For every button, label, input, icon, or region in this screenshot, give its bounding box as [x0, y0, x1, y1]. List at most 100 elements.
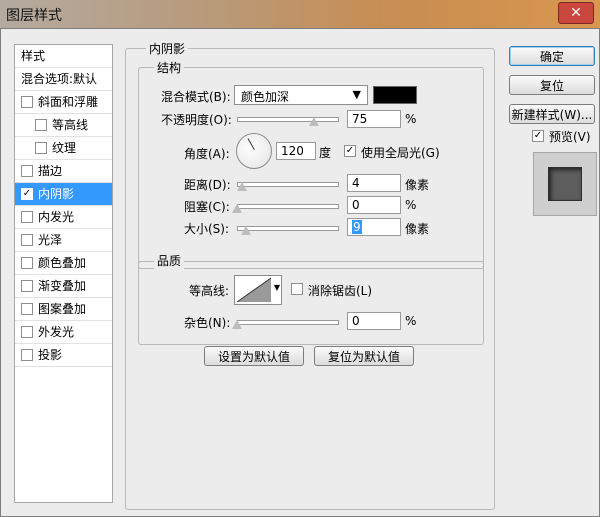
noise-unit: %: [405, 314, 417, 328]
checkbox[interactable]: [21, 210, 33, 223]
style-item-pattern-overlay[interactable]: 图案叠加: [15, 298, 112, 321]
contour-dropdown[interactable]: ▼: [272, 275, 282, 305]
blend-mode-label: 混合模式(B):: [161, 90, 231, 104]
style-item-bevel-emboss[interactable]: 斜面和浮雕: [15, 91, 112, 114]
style-item-gradient-overlay[interactable]: 渐变叠加: [15, 275, 112, 298]
style-item-inner-shadow[interactable]: ✓ 内阴影: [15, 183, 112, 206]
layer-style-dialog: 样式 混合选项:默认 斜面和浮雕 等高线 纹理 描边 ✓ 内阴影 内发光 光泽 颜…: [0, 28, 600, 517]
style-item-label: 光泽: [38, 233, 63, 247]
dropdown-arrow-icon: ▼: [273, 283, 280, 292]
style-item-label: 图案叠加: [38, 302, 87, 316]
set-default-button[interactable]: 设置为默认值: [204, 346, 304, 366]
size-unit: 像素: [405, 222, 430, 236]
inner-shadow-title: 内阴影: [146, 40, 189, 57]
quality-title: 品质: [154, 252, 185, 269]
blend-mode-select[interactable]: 颜色加深 ▼: [234, 85, 368, 105]
antialias-checkbox[interactable]: [291, 283, 303, 295]
reset-default-button[interactable]: 复位为默认值: [314, 346, 414, 366]
close-button[interactable]: ✕: [558, 2, 594, 24]
distance-input[interactable]: 4: [347, 174, 401, 192]
styles-list: 样式 混合选项:默认 斜面和浮雕 等高线 纹理 描边 ✓ 内阴影 内发光 光泽 颜…: [14, 44, 113, 503]
style-item-label: 外发光: [38, 325, 75, 339]
quality-group: [138, 261, 484, 345]
contour-curve-icon: [236, 277, 272, 303]
structure-title: 结构: [154, 59, 185, 76]
checkbox[interactable]: [21, 325, 33, 338]
contour-picker[interactable]: [234, 275, 274, 305]
angle-needle: [247, 138, 255, 150]
preview-thumbnail: [533, 152, 597, 216]
opacity-label: 不透明度(O):: [161, 113, 232, 127]
noise-input[interactable]: 0: [347, 312, 401, 330]
choke-input[interactable]: 0: [347, 196, 401, 214]
checkbox[interactable]: [21, 348, 33, 361]
styles-header[interactable]: 样式: [15, 45, 112, 68]
size-slider-track[interactable]: [237, 226, 339, 231]
checkbox[interactable]: [21, 256, 33, 269]
preview-checkbox[interactable]: ✓: [532, 130, 544, 142]
blend-options-item[interactable]: 混合选项:默认: [15, 68, 112, 91]
angle-dial[interactable]: [236, 133, 272, 169]
checkbox[interactable]: [21, 164, 33, 177]
style-item-inner-glow[interactable]: 内发光: [15, 206, 112, 229]
antialias-label: 消除锯齿(L): [308, 284, 373, 298]
checkbox[interactable]: [21, 279, 33, 292]
style-item-label: 描边: [38, 164, 63, 178]
window-title: 图层样式: [6, 8, 62, 24]
size-input[interactable]: 9: [347, 218, 401, 236]
checkbox[interactable]: [35, 118, 47, 131]
size-slider-thumb[interactable]: [241, 226, 251, 235]
close-icon: ✕: [570, 5, 582, 21]
noise-slider-thumb[interactable]: [232, 320, 242, 329]
distance-slider-thumb[interactable]: [237, 182, 247, 191]
choke-label: 阻塞(C):: [184, 200, 230, 214]
choke-unit: %: [405, 198, 417, 212]
opacity-unit: %: [405, 112, 417, 126]
global-light-checkbox[interactable]: ✓: [344, 145, 356, 157]
distance-slider-track[interactable]: [237, 182, 339, 187]
checkbox-checked[interactable]: ✓: [21, 187, 33, 200]
style-item-label: 内发光: [38, 210, 75, 224]
choke-slider-thumb[interactable]: [232, 204, 242, 213]
dropdown-arrow-icon: ▼: [352, 88, 361, 101]
style-item-label: 投影: [38, 348, 63, 362]
checkbox[interactable]: [21, 233, 33, 246]
reset-button[interactable]: 复位: [509, 75, 595, 95]
opacity-slider-track[interactable]: [237, 117, 339, 122]
noise-label: 杂色(N):: [184, 316, 231, 330]
angle-unit: 度: [319, 146, 332, 160]
style-item-label: 斜面和浮雕: [38, 95, 99, 109]
style-item-label: 纹理: [52, 141, 77, 155]
choke-slider-track[interactable]: [237, 204, 339, 209]
global-light-label: 使用全局光(G): [361, 146, 440, 160]
checkbox[interactable]: [21, 302, 33, 315]
style-item-label: 颜色叠加: [38, 256, 87, 270]
checkbox[interactable]: [35, 141, 47, 154]
opacity-input[interactable]: 75: [347, 110, 401, 128]
style-item-color-overlay[interactable]: 颜色叠加: [15, 252, 112, 275]
style-item-contour[interactable]: 等高线: [15, 114, 112, 137]
style-item-drop-shadow[interactable]: 投影: [15, 344, 112, 367]
checkbox[interactable]: [21, 95, 33, 108]
style-item-stroke[interactable]: 描边: [15, 160, 112, 183]
blend-mode-value: 颜色加深: [241, 90, 290, 104]
style-item-satin[interactable]: 光泽: [15, 229, 112, 252]
distance-label: 距离(D):: [184, 178, 231, 192]
opacity-slider-thumb[interactable]: [309, 117, 319, 126]
style-item-texture[interactable]: 纹理: [15, 137, 112, 160]
angle-input[interactable]: 120: [276, 142, 316, 160]
noise-slider-track[interactable]: [237, 320, 339, 325]
preview-label: 预览(V): [549, 130, 591, 144]
size-value: 9: [352, 220, 362, 234]
angle-label: 角度(A):: [184, 147, 230, 161]
style-item-label: 等高线: [52, 118, 89, 132]
style-item-label: 内阴影: [38, 187, 75, 201]
preview-swatch: [548, 167, 582, 201]
style-item-outer-glow[interactable]: 外发光: [15, 321, 112, 344]
shadow-color-swatch[interactable]: [373, 86, 417, 104]
ok-button[interactable]: 确定: [509, 46, 595, 66]
new-style-button[interactable]: 新建样式(W)...: [509, 104, 595, 124]
distance-unit: 像素: [405, 178, 430, 192]
contour-label: 等高线:: [189, 284, 230, 298]
title-bar: 图层样式 ✕: [0, 0, 600, 28]
